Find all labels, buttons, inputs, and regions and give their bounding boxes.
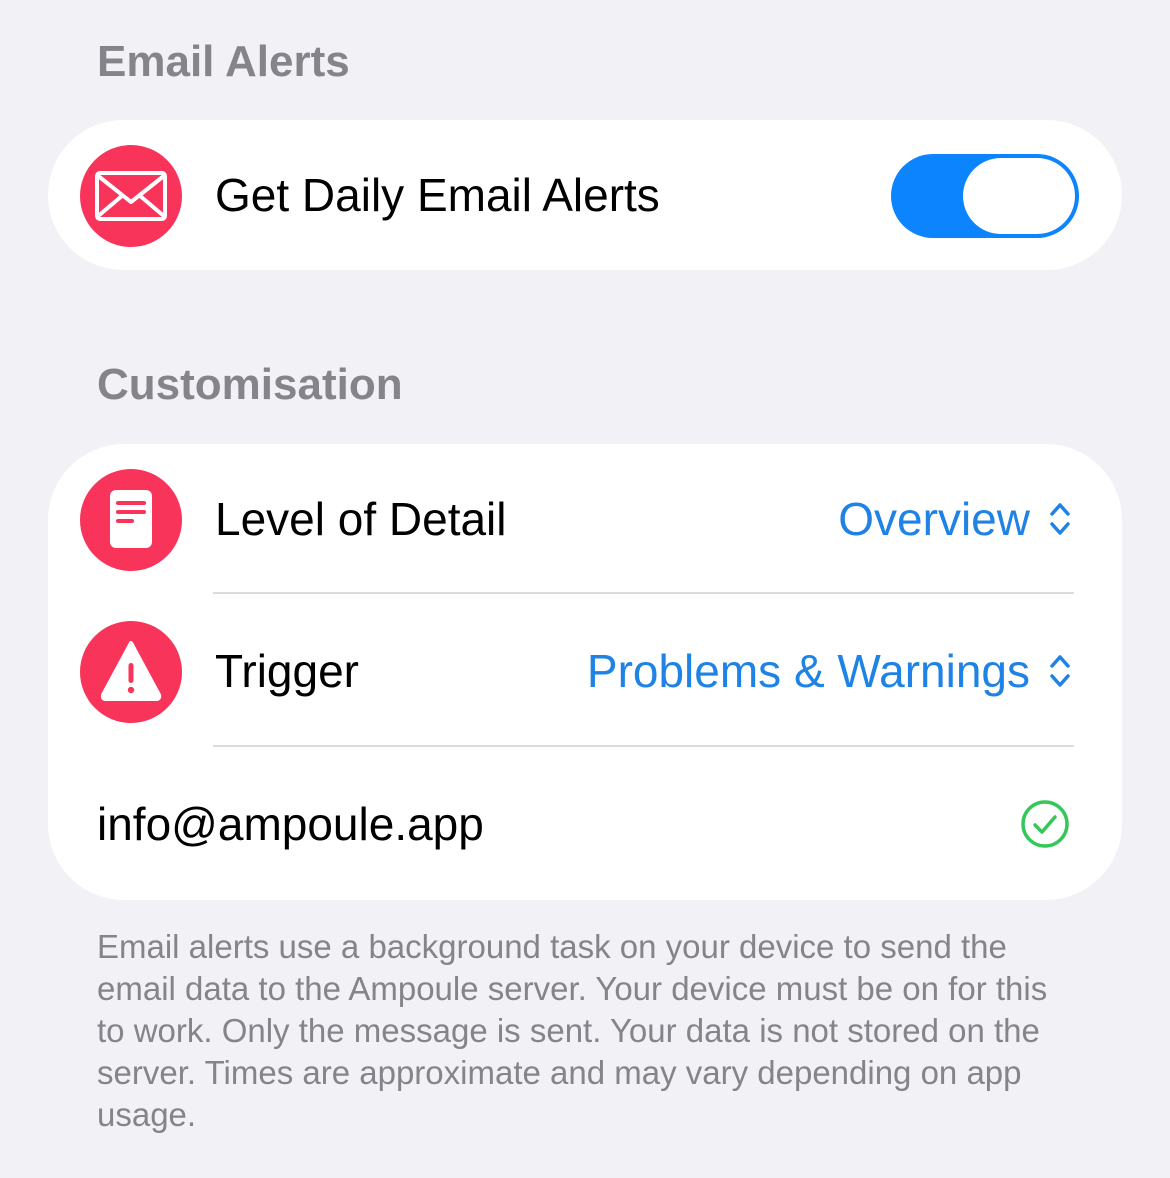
daily-email-alerts-toggle[interactable] (891, 154, 1079, 238)
warning-icon (80, 621, 182, 723)
level-of-detail-label: Level of Detail (215, 493, 507, 545)
toggle-knob (963, 158, 1075, 234)
trigger-row[interactable]: Trigger Problems & Warnings (48, 596, 1122, 746)
daily-email-alerts-row[interactable]: Get Daily Email Alerts (48, 120, 1122, 270)
chevron-up-down-icon (1050, 503, 1070, 535)
level-of-detail-picker[interactable]: Overview (838, 496, 1072, 542)
row-separator (213, 745, 1074, 747)
level-of-detail-row[interactable]: Level of Detail Overview (48, 444, 1122, 594)
row-separator (213, 592, 1074, 594)
customisation-section-header: Customisation (97, 360, 403, 409)
email-address-field[interactable]: info@ampoule.app (97, 801, 484, 847)
email-alerts-footer-note: Email alerts use a background task on yo… (97, 928, 1048, 1133)
email-address-row[interactable]: info@ampoule.app (48, 749, 1122, 899)
trigger-value: Problems & Warnings (586, 645, 1030, 697)
email-alerts-section-header: Email Alerts (97, 37, 350, 86)
email-alerts-card: Get Daily Email Alerts (48, 120, 1122, 270)
checkmark-circle-icon (1021, 800, 1069, 848)
chevron-up-down-icon (1050, 655, 1070, 687)
trigger-label: Trigger (215, 645, 359, 697)
daily-email-alerts-label: Get Daily Email Alerts (215, 169, 660, 221)
customisation-card: Level of Detail Overview Trigger Problem… (48, 444, 1122, 900)
document-icon (80, 469, 182, 571)
envelope-icon (80, 145, 182, 247)
level-of-detail-value: Overview (838, 493, 1030, 545)
trigger-picker[interactable]: Problems & Warnings (587, 648, 1072, 694)
